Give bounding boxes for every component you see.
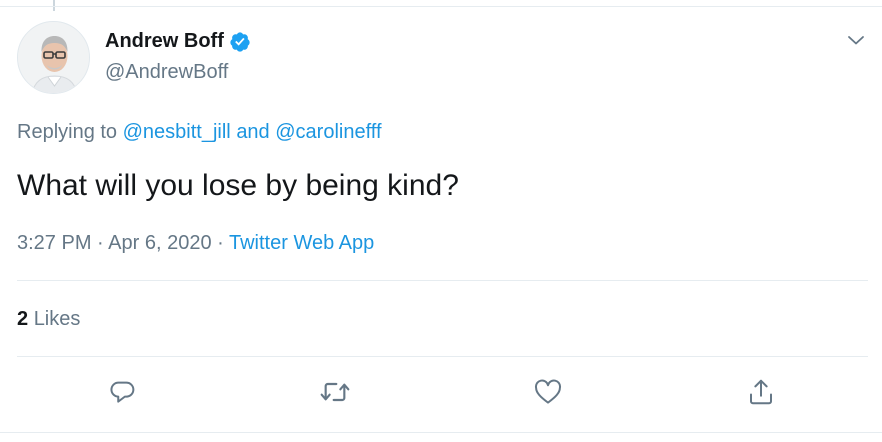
replying-to-line: Replying to @nesbitt_jill and @carolinef…: [17, 121, 382, 144]
verified-badge-icon: [229, 31, 251, 53]
reply-button[interactable]: [105, 374, 141, 410]
like-button[interactable]: [530, 374, 566, 410]
tweet-menu-button[interactable]: [844, 28, 868, 52]
likes-count-link[interactable]: 2 Likes: [17, 308, 80, 331]
share-button[interactable]: [743, 374, 779, 410]
tweet-text: What will you lose by being kind?: [17, 169, 459, 202]
divider: [17, 356, 868, 357]
likes-count: 2: [17, 308, 29, 330]
author-display-name[interactable]: Andrew Boff: [105, 30, 224, 53]
likes-label: Likes: [33, 308, 81, 330]
mention-joiner[interactable]: and: [236, 121, 269, 143]
tweet-source-link[interactable]: Twitter Web App: [229, 232, 374, 254]
top-divider: [0, 6, 882, 7]
tweet-metadata: 3:27 PM · Apr 6, 2020 · Twitter Web App: [17, 232, 374, 255]
meta-separator: ·: [217, 232, 224, 254]
heart-icon: [534, 379, 562, 404]
bottom-divider: [0, 432, 882, 433]
retweet-button[interactable]: [317, 374, 353, 410]
mention-link[interactable]: @nesbitt_jill: [123, 121, 231, 143]
mention-link[interactable]: @carolinefff: [275, 121, 381, 143]
tweet-timestamp[interactable]: 3:27 PM · Apr 6, 2020: [17, 232, 212, 254]
avatar[interactable]: [17, 21, 90, 94]
author-name-row[interactable]: Andrew Boff: [105, 30, 251, 53]
share-icon: [750, 379, 772, 405]
avatar-image: [18, 22, 89, 93]
reply-icon: [110, 381, 135, 403]
chevron-down-icon: [848, 36, 864, 45]
author-handle[interactable]: @AndrewBoff: [105, 61, 228, 84]
retweet-icon: [320, 382, 350, 402]
replying-prefix: Replying to: [17, 121, 118, 143]
divider: [17, 280, 868, 281]
